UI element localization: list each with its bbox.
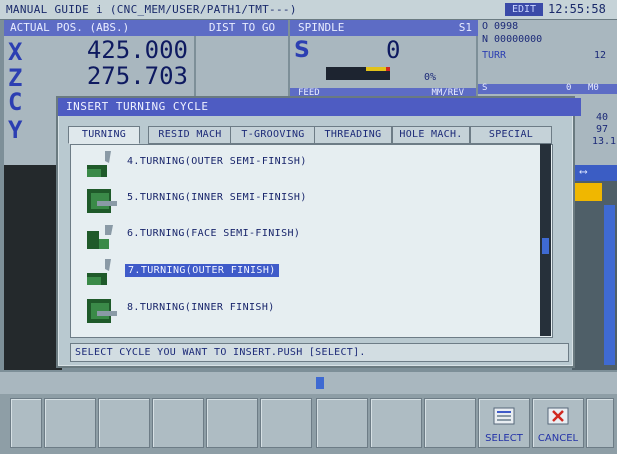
axis-value-z: 275.703 (86, 62, 188, 90)
softkey-prev[interactable] (10, 398, 42, 448)
title-bar: MANUAL GUIDE i (CNC_MEM/USER/PATH1/TMT--… (0, 0, 617, 20)
m-code-value: M0 (588, 83, 599, 93)
cycle-item-8[interactable]: 8.TURNING(INNER FINISH) (85, 295, 525, 325)
face-turning-icon (87, 225, 113, 249)
actual-position-header: ACTUAL POS. (ABS.) (4, 20, 200, 36)
sequence-number: N 00000000 (482, 34, 543, 45)
softkey-next[interactable] (586, 398, 614, 448)
spindle-load-percent: 0% (424, 72, 437, 83)
arrows-indicator: ⟷ (572, 165, 617, 181)
outer-turning-icon (87, 259, 111, 285)
yellow-indicator (572, 183, 602, 201)
softkey-info-bar (0, 372, 617, 394)
dialog-title: INSERT TURNING CYCLE (58, 98, 581, 116)
softkey-2[interactable] (98, 398, 150, 448)
info-value-3: 13.1 (592, 136, 617, 147)
select-button[interactable]: SELECT (478, 398, 530, 448)
spindle-load-bar (326, 67, 390, 80)
axis-label-x: X (8, 38, 23, 66)
info-value-1: 40 (596, 112, 609, 123)
softkey-8[interactable] (424, 398, 476, 448)
axis-label-y: Y (8, 116, 23, 144)
cycle-item-label: 5.TURNING(INNER SEMI-FINISH) (127, 192, 307, 203)
softkey-7[interactable] (370, 398, 422, 448)
spindle-letter: S (294, 38, 310, 63)
cycle-list[interactable]: 4.TURNING(OUTER SEMI-FINISH) 5.TURNING(I… (70, 144, 553, 338)
cycle-item-6[interactable]: 6.TURNING(FACE SEMI-FINISH) (85, 221, 525, 251)
tab-threading[interactable]: THREADING (314, 126, 392, 144)
select-icon (493, 407, 515, 425)
axis-value-x: 425.000 (86, 36, 188, 64)
softkey-6[interactable] (316, 398, 368, 448)
cancel-label: CANCEL (537, 433, 579, 444)
tab-resid-mach[interactable]: RESID MACH (148, 126, 232, 144)
turret-label: TURR (482, 50, 507, 61)
cycle-item-label: 4.TURNING(OUTER SEMI-FINISH) (127, 156, 307, 167)
spindle-value: 0 (386, 36, 401, 64)
tab-turning[interactable]: TURNING (68, 126, 140, 144)
s-code-value: 0 (566, 83, 572, 93)
tab-special[interactable]: SPECIAL (470, 126, 552, 144)
spindle-title: SPINDLE (298, 21, 345, 34)
tab-hole-mach[interactable]: HOLE MACH. (392, 126, 470, 144)
dist-to-go-header: DIST TO GO (196, 20, 288, 36)
cycle-list-scrollbar[interactable] (540, 144, 551, 336)
select-label: SELECT (485, 433, 523, 444)
insert-turning-cycle-dialog: INSERT TURNING CYCLE TURNING RESID MACH … (56, 96, 581, 368)
axis-label-c: C (8, 88, 23, 116)
blue-gauge (604, 205, 615, 365)
info-value-2: 97 (596, 124, 609, 135)
inner-turning-icon (87, 299, 117, 323)
spindle-id: S1 (458, 21, 472, 34)
s-code-label: S (482, 83, 488, 93)
tab-t-grooving[interactable]: T-GROOVING (230, 126, 316, 144)
right-side-area: ⟷ (572, 165, 617, 370)
cycle-item-7-selected[interactable]: 7.TURNING(OUTER FINISH) (85, 257, 525, 287)
turret-value: 12 (594, 50, 607, 61)
scrollbar-thumb[interactable] (542, 238, 549, 254)
softkey-5[interactable] (260, 398, 312, 448)
status-message: SELECT CYCLE YOU WANT TO INSERT.PUSH [SE… (70, 343, 569, 362)
softkey-bar: SELECT CANCEL (0, 394, 617, 454)
mode-badge: EDIT (505, 3, 543, 16)
spindle-header: SPINDLE S1 (290, 20, 484, 36)
cycle-item-label: 6.TURNING(FACE SEMI-FINISH) (127, 228, 301, 239)
cycle-item-label: 8.TURNING(INNER FINISH) (127, 302, 275, 313)
cycle-item-label: 7.TURNING(OUTER FINISH) (125, 264, 279, 277)
cycle-item-5[interactable]: 5.TURNING(INNER SEMI-FINISH) (85, 185, 525, 215)
left-dark-area (4, 165, 62, 370)
cancel-button[interactable]: CANCEL (532, 398, 584, 448)
clock: 12:55:58 (548, 2, 606, 16)
cancel-icon (547, 407, 569, 425)
title-text: MANUAL GUIDE i (CNC_MEM/USER/PATH1/TMT--… (6, 3, 297, 16)
softkey-3[interactable] (152, 398, 204, 448)
page-indicator (316, 377, 324, 389)
cycle-item-4[interactable]: 4.TURNING(OUTER SEMI-FINISH) (85, 149, 525, 179)
softkey-4[interactable] (206, 398, 258, 448)
softkey-1[interactable] (44, 398, 96, 448)
program-number: O 0998 (482, 21, 519, 32)
inner-turning-icon (87, 189, 117, 213)
outer-turning-icon (87, 151, 111, 177)
